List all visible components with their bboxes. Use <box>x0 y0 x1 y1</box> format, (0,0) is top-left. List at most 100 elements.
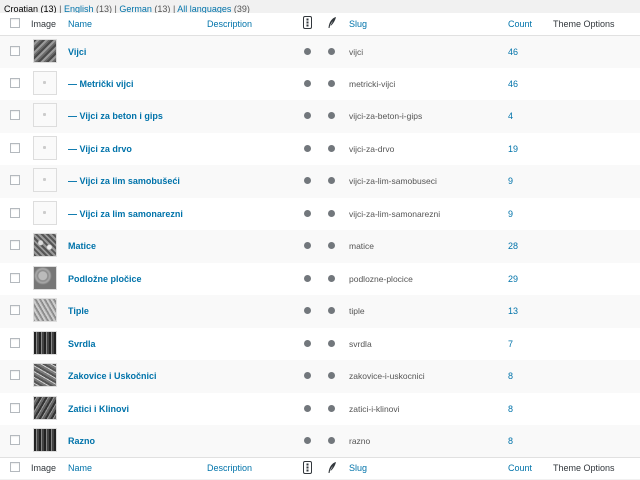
row-checkbox[interactable] <box>10 240 20 251</box>
category-name-link[interactable]: — Vijci za lim samobušeći <box>68 176 180 186</box>
translation-status-dot[interactable] <box>304 144 311 152</box>
column-count-sort-link[interactable]: Count <box>508 19 532 29</box>
row-checkbox[interactable] <box>10 77 20 88</box>
column-description-sort-link[interactable]: Description <box>207 19 252 29</box>
category-count-link[interactable]: 9 <box>508 209 513 219</box>
translation-status-dot[interactable] <box>304 112 311 120</box>
row-image-cell <box>31 360 68 393</box>
category-count-link[interactable]: 19 <box>508 144 518 154</box>
translation-status-dot[interactable] <box>304 339 311 347</box>
translation-status-dot[interactable] <box>304 437 311 444</box>
edit-status-dot[interactable] <box>328 372 335 380</box>
category-name-link[interactable]: — Vijci za drvo <box>68 144 132 154</box>
row-slug-cell: vijci-za-lim-samonarezni <box>349 198 508 231</box>
row-checkbox[interactable] <box>10 337 20 348</box>
column-description[interactable]: Description <box>207 457 303 479</box>
category-count-link[interactable]: 8 <box>508 404 513 414</box>
row-image-cell <box>31 328 68 361</box>
row-checkbox[interactable] <box>10 110 20 121</box>
edit-status-dot[interactable] <box>328 209 335 217</box>
translation-status-dot[interactable] <box>304 209 311 217</box>
category-count-link[interactable]: 9 <box>508 176 513 186</box>
row-checkbox[interactable] <box>10 305 20 316</box>
column-name-sort-link[interactable]: Name <box>68 19 92 29</box>
category-name-link[interactable]: Matice <box>68 241 96 251</box>
edit-status-dot[interactable] <box>328 79 335 87</box>
edit-status-dot[interactable] <box>328 242 335 250</box>
column-name[interactable]: Name <box>68 13 207 36</box>
row-slug-cell: vijci <box>349 35 508 68</box>
category-count-link[interactable]: 4 <box>508 111 513 121</box>
column-count[interactable]: Count <box>508 457 553 479</box>
category-count-link[interactable]: 7 <box>508 339 513 349</box>
category-count-link[interactable]: 29 <box>508 274 518 284</box>
row-checkbox[interactable] <box>10 402 20 413</box>
column-description[interactable]: Description <box>207 13 303 36</box>
row-description-cell <box>207 360 303 393</box>
row-name-cell: — Vijci za lim samonarezni <box>68 198 207 231</box>
select-all-checkbox[interactable] <box>10 462 20 473</box>
edit-status-dot[interactable] <box>328 307 335 315</box>
category-count-link[interactable]: 13 <box>508 306 518 316</box>
column-count[interactable]: Count <box>508 13 553 36</box>
row-checkbox[interactable] <box>10 175 20 186</box>
category-name-link[interactable]: Svrdla <box>68 339 96 349</box>
column-description-sort-link[interactable]: Description <box>207 463 252 473</box>
category-count-link[interactable]: 46 <box>508 79 518 89</box>
edit-status-dot[interactable] <box>328 112 335 120</box>
category-name-link[interactable]: Zatici i Klinovi <box>68 404 129 414</box>
table-row: Vijci vijci 46 <box>0 35 640 68</box>
select-all-cell <box>0 457 31 479</box>
column-name-sort-link[interactable]: Name <box>68 463 92 473</box>
row-translation-cell <box>303 35 327 68</box>
row-checkbox[interactable] <box>10 370 20 381</box>
edit-status-dot[interactable] <box>328 437 335 444</box>
category-name-link[interactable]: — Vijci za beton i gips <box>68 111 163 121</box>
row-select-cell <box>0 230 31 263</box>
category-count-link[interactable]: 8 <box>508 436 513 446</box>
column-slug[interactable]: Slug <box>349 13 508 36</box>
translation-status-dot[interactable] <box>304 372 311 380</box>
category-name-link[interactable]: — Metrički vijci <box>68 79 134 89</box>
row-edit-cell <box>327 35 349 68</box>
translation-status-dot[interactable] <box>304 242 311 250</box>
row-checkbox[interactable] <box>10 142 20 153</box>
category-name-link[interactable]: Podložne pločice <box>68 274 142 284</box>
category-count-link[interactable]: 8 <box>508 371 513 381</box>
row-count-cell: 46 <box>508 68 553 101</box>
column-name[interactable]: Name <box>68 457 207 479</box>
edit-status-dot[interactable] <box>328 47 335 55</box>
translation-status-icon <box>303 460 312 474</box>
edit-status-dot[interactable] <box>328 404 335 412</box>
category-count-link[interactable]: 28 <box>508 241 518 251</box>
row-checkbox[interactable] <box>10 272 20 283</box>
row-image-cell <box>31 133 68 166</box>
translation-status-dot[interactable] <box>304 274 311 282</box>
category-name-link[interactable]: Vijci <box>68 47 86 57</box>
row-description-cell <box>207 133 303 166</box>
category-name-link[interactable]: — Vijci za lim samonarezni <box>68 209 183 219</box>
column-count-sort-link[interactable]: Count <box>508 463 532 473</box>
edit-status-dot[interactable] <box>328 144 335 152</box>
category-count-link[interactable]: 46 <box>508 47 518 57</box>
edit-status-dot[interactable] <box>328 339 335 347</box>
select-all-checkbox[interactable] <box>10 17 20 28</box>
column-image: Image <box>31 457 68 479</box>
edit-status-dot[interactable] <box>328 177 335 185</box>
category-name-link[interactable]: Zakovice i Uskočnici <box>68 371 157 381</box>
row-checkbox[interactable] <box>10 207 20 218</box>
row-checkbox[interactable] <box>10 435 20 445</box>
column-slug-sort-link[interactable]: Slug <box>349 463 367 473</box>
translation-status-dot[interactable] <box>304 404 311 412</box>
translation-status-dot[interactable] <box>304 177 311 185</box>
row-checkbox[interactable] <box>10 45 20 56</box>
row-image-cell <box>31 100 68 133</box>
translation-status-dot[interactable] <box>304 307 311 315</box>
edit-status-dot[interactable] <box>328 274 335 282</box>
translation-status-dot[interactable] <box>304 47 311 55</box>
column-slug-sort-link[interactable]: Slug <box>349 19 367 29</box>
translation-status-dot[interactable] <box>304 79 311 87</box>
category-name-link[interactable]: Tiple <box>68 306 89 316</box>
category-name-link[interactable]: Razno <box>68 436 95 446</box>
column-slug[interactable]: Slug <box>349 457 508 479</box>
